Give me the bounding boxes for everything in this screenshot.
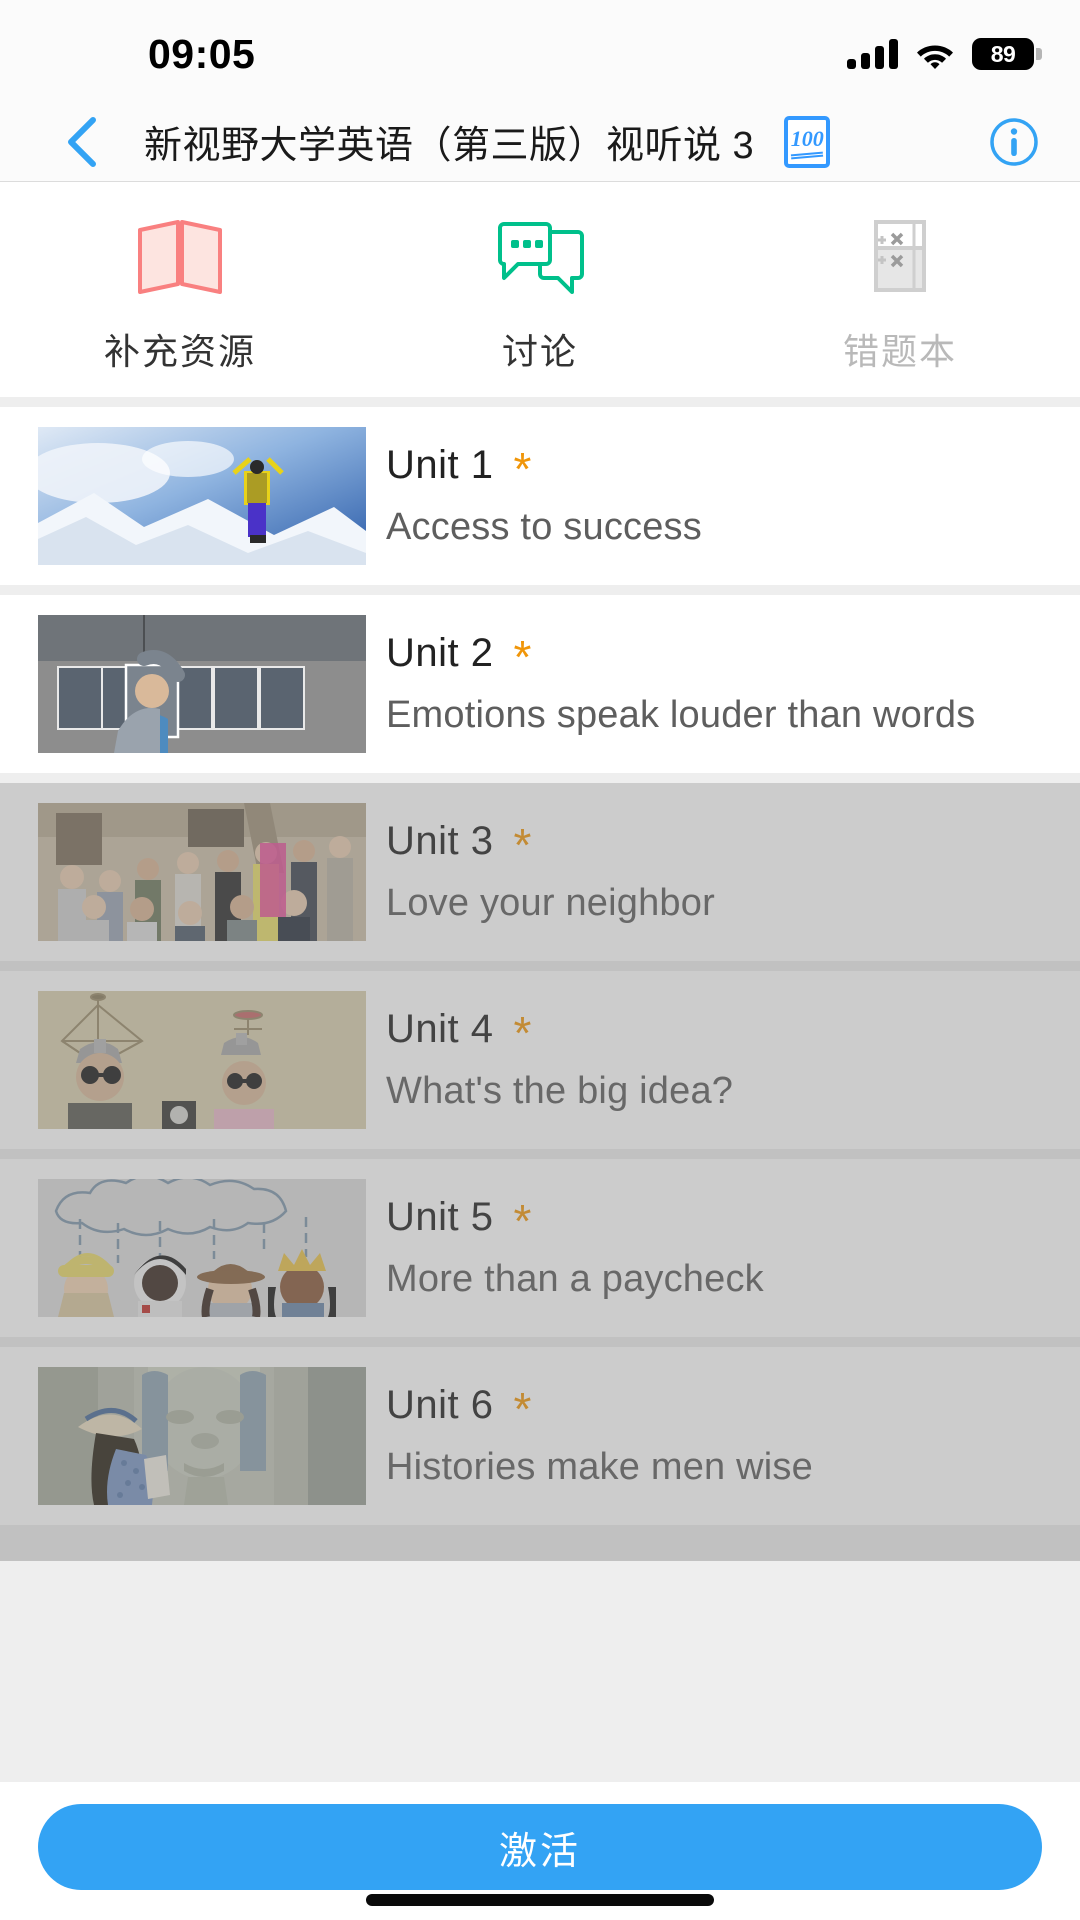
battery-level: 89	[990, 40, 1016, 67]
unit-marker-icon: *	[513, 630, 532, 683]
wifi-icon	[917, 45, 953, 69]
chat-bubble-icon	[494, 215, 586, 301]
battery-icon: 89	[972, 38, 1042, 70]
unit-thumbnail	[38, 615, 366, 753]
unit-header: Unit 3 *	[386, 818, 715, 871]
unit-thumbnail	[38, 991, 366, 1129]
status-bar: 09:05 89	[0, 0, 1080, 102]
unit-header: Unit 5 *	[386, 1194, 764, 1247]
unit-thumbnail	[38, 427, 366, 565]
tab-label: 错题本	[842, 330, 957, 372]
unit-title: More than a paycheck	[386, 1258, 764, 1300]
unit-thumbnail	[38, 1179, 366, 1317]
unit-text: Unit 1 * Access to success	[386, 443, 702, 549]
tab-label: 讨论	[501, 330, 578, 372]
unit-header: Unit 1 *	[386, 442, 702, 495]
tab-label: 补充资源	[103, 330, 256, 372]
list-separator	[0, 773, 1080, 783]
info-button[interactable]	[988, 116, 1040, 168]
list-separator	[0, 1149, 1080, 1159]
children-costumes-photo	[38, 1179, 366, 1317]
app-screen: 09:05 89 新视野大学英语（第三版）视听说 3 100 补充资源 讨论 错…	[0, 0, 1080, 1920]
page-title: 新视野大学英语（第三版）视听说 3	[144, 125, 755, 167]
unit-number: Unit 3	[386, 819, 494, 863]
quick-action-tabs: 补充资源 讨论 错题本	[0, 182, 1080, 397]
activate-button[interactable]: 激活	[38, 1804, 1042, 1890]
unit-marker-icon: *	[513, 1382, 532, 1435]
unit-text: Unit 6 * Histories make men wise	[386, 1383, 813, 1489]
home-indicator[interactable]	[366, 1894, 714, 1906]
egypt-statue-photo	[38, 1367, 366, 1505]
unit-row[interactable]: Unit 6 * Histories make men wise	[0, 1347, 1080, 1525]
unit-text: Unit 4 * What's the big idea?	[386, 1007, 733, 1113]
unit-thumbnail	[38, 803, 366, 941]
unit-title: Access to success	[386, 506, 702, 548]
cellular-signal-icon	[847, 39, 898, 69]
unit-row[interactable]: Unit 3 * Love your neighbor	[0, 783, 1080, 961]
unit-header: Unit 6 *	[386, 1382, 813, 1435]
map-book-icon	[134, 215, 226, 301]
unit-number: Unit 4	[386, 1007, 494, 1051]
unit-title: Emotions speak louder than words	[386, 694, 976, 736]
footer-bar: 激活	[0, 1782, 1080, 1920]
info-circle-icon	[990, 117, 1038, 166]
unit-row[interactable]: Unit 4 * What's the big idea?	[0, 971, 1080, 1149]
unit-title: What's the big idea?	[386, 1070, 734, 1112]
unit-title: Love your neighbor	[386, 882, 715, 924]
tab-wrong-question-notebook[interactable]: 错题本	[720, 182, 1080, 397]
back-button[interactable]	[54, 115, 108, 169]
list-separator	[0, 961, 1080, 971]
list-separator	[0, 585, 1080, 595]
mountain-climber-photo	[38, 427, 366, 565]
unit-marker-icon: *	[513, 442, 532, 495]
volunteer-group-photo	[38, 803, 366, 941]
navigation-bar: 新视野大学英语（第三版）视听说 3 100	[0, 102, 1080, 182]
chevron-left-icon	[68, 116, 96, 167]
unit-title: Histories make men wise	[386, 1446, 813, 1488]
unit-list[interactable]: Unit 1 * Access to success Unit 2 * Emot…	[0, 397, 1080, 1782]
man-portraits-photo	[38, 615, 366, 753]
list-separator	[0, 1525, 1080, 1535]
unit-row[interactable]: Unit 1 * Access to success	[0, 407, 1080, 585]
tab-discussion[interactable]: 讨论	[360, 182, 720, 397]
tab-supplementary-resources[interactable]: 补充资源	[0, 182, 360, 397]
status-time: 09:05	[148, 30, 256, 77]
unit-thumbnail	[38, 1367, 366, 1505]
score-100-icon[interactable]: 100	[784, 115, 831, 168]
unit-text: Unit 2 * Emotions speak louder than word…	[386, 631, 975, 737]
unit-number: Unit 6	[386, 1383, 494, 1427]
status-indicators: 89	[847, 38, 1042, 70]
unit-text: Unit 5 * More than a paycheck	[386, 1195, 764, 1301]
unit-row[interactable]: Unit 5 * More than a paycheck	[0, 1159, 1080, 1337]
list-separator	[0, 397, 1080, 407]
unit-number: Unit 2	[386, 631, 494, 675]
unit-row[interactable]: Unit 2 * Emotions speak louder than word…	[0, 595, 1080, 773]
unit-number: Unit 5	[386, 1195, 494, 1239]
unit-marker-icon: *	[513, 818, 532, 871]
unit-marker-icon: *	[513, 1194, 532, 1247]
unit-number: Unit 1	[386, 443, 494, 487]
thinking-caps-photo	[38, 991, 366, 1129]
unit-header: Unit 2 *	[386, 630, 975, 683]
score-underline	[791, 151, 824, 159]
unit-header: Unit 4 *	[386, 1006, 733, 1059]
list-separator	[0, 1337, 1080, 1347]
score-value: 100	[790, 125, 824, 151]
unit-text: Unit 3 * Love your neighbor	[386, 819, 715, 925]
locked-units-section[interactable]: Unit 3 * Love your neighbor Unit 4 * Wha…	[0, 783, 1080, 1561]
list-separator	[0, 1535, 1080, 1561]
unit-marker-icon: *	[513, 1006, 532, 1059]
wrong-question-notebook-icon	[854, 215, 946, 301]
